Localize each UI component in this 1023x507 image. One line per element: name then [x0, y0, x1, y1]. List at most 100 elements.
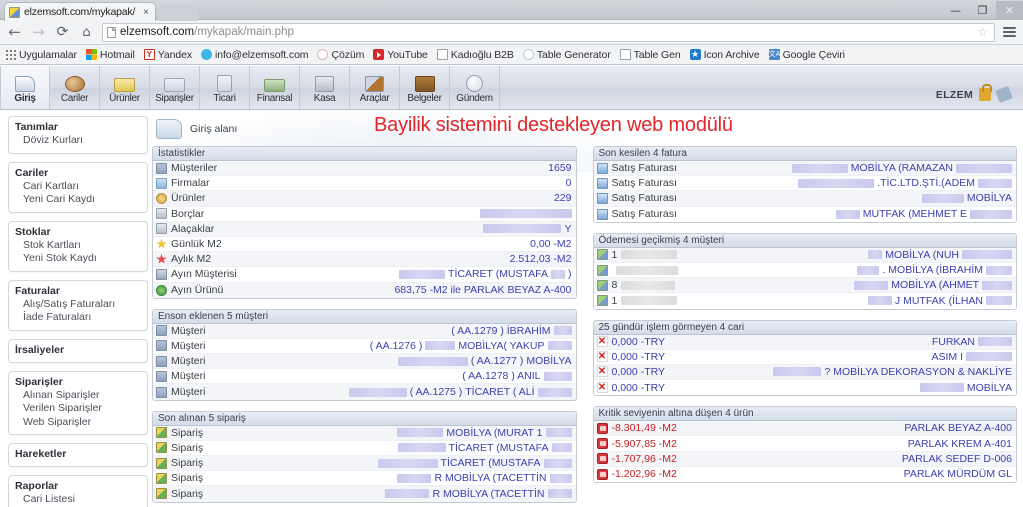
reload-icon[interactable]: ⟳ — [52, 22, 73, 43]
back-icon[interactable]: ← — [4, 22, 25, 43]
order-icon — [156, 457, 167, 469]
table-row[interactable]: Günlük M2 0,00 -M2 — [153, 236, 576, 253]
table-row[interactable]: -1.707,96 -M2 PARLAK SEDEF D-006 — [593, 451, 1016, 467]
table-row[interactable]: ✕ 0,000 -TRY ? MOBİLYA DEKORASYON & NAKLİY… — [593, 364, 1016, 381]
table-row[interactable]: Firmalar 0 — [153, 176, 576, 192]
page-info-icon[interactable] — [107, 26, 116, 38]
toolbar-item-belgeler[interactable]: Belgeler — [400, 66, 450, 109]
table-row[interactable]: Sipariş TİCARET (MUSTAFA — [153, 456, 576, 472]
sidebar-group-title[interactable]: Siparişler — [15, 376, 141, 388]
row-value: .TİC.LTD.ŞTİ.(ADEM — [798, 177, 1012, 189]
sidebar-item-d-viz-kurlar-[interactable]: Döviz Kurları — [15, 134, 141, 148]
table-row[interactable]: ✕ 0,000 -TRY MOBİLYA — [593, 380, 1016, 396]
logout-icon[interactable] — [995, 85, 1013, 104]
people-icon — [156, 162, 167, 174]
bookmark-item[interactable]: Y Yandex — [143, 49, 192, 61]
table-row[interactable]: Borçlar — [153, 206, 576, 222]
bookmark-item[interactable]: Kadıoğlu B2B — [436, 49, 514, 61]
sidebar-group-title[interactable]: Hareketler — [15, 448, 141, 460]
bookmark-star-icon[interactable]: ☆ — [977, 25, 990, 39]
table-row[interactable]: Satış Faturası .TİC.LTD.ŞTİ.(ADEM — [593, 176, 1016, 192]
table-row[interactable]: ✕ 0,000 -TRY ASIM I — [593, 349, 1016, 365]
table-row[interactable]: Sipariş R MOBİLYA (TACETTİN — [153, 486, 576, 502]
table-row[interactable]: Ürünler 229 — [153, 191, 576, 207]
toolbar-item--r-nler[interactable]: Ürünler — [100, 66, 150, 109]
table-row[interactable]: Ayın Ürünü 683,75 -M2 ile PARLAK BEYAZ A-… — [153, 282, 576, 298]
table-row[interactable]: . MOBİLYA (İBRAHİM — [593, 262, 1016, 279]
close-tab-icon[interactable]: × — [141, 7, 151, 18]
sidebar-group: Stoklar Stok Kartları Yeni Stok Kaydı — [8, 220, 148, 272]
table-row[interactable]: ✕ 0,000 -TRY FURKAN — [593, 334, 1016, 350]
toolbar-item-cariler[interactable]: Cariler — [50, 66, 100, 109]
sidebar-item-cari-listesi[interactable]: Cari Listesi — [15, 493, 141, 507]
table-row[interactable]: Sipariş TİCARET (MUSTAFA — [153, 440, 576, 456]
table-row[interactable]: Müşteri ( AA.1279 ) İBRAHİM — [153, 323, 576, 339]
toolbar-item-sipari-ler[interactable]: Siparişler — [150, 66, 200, 109]
bookmark-item[interactable]: YouTube — [373, 49, 428, 61]
bookmark-item[interactable]: Hotmail — [85, 49, 135, 61]
table-row[interactable]: -8.301,49 -M2 PARLAK BEYAZ A-400 — [593, 421, 1016, 437]
sidebar-group-title[interactable]: Raporlar — [15, 480, 141, 492]
order-icon — [156, 442, 167, 454]
forward-icon[interactable]: → — [28, 22, 49, 43]
table-row[interactable]: Müşteriler 1659 — [153, 161, 576, 177]
home-icon[interactable]: ⌂ — [76, 22, 97, 43]
sidebar-item-yeni-cari-kayd-[interactable]: Yeni Cari Kaydı — [15, 193, 141, 207]
sidebar-item-web-sipari-ler[interactable]: Web Siparişler — [15, 416, 141, 430]
table-row[interactable]: 1 MOBİLYA (NUH — [593, 247, 1016, 263]
sidebar-group-title[interactable]: Tanımlar — [15, 121, 141, 133]
toolbar-item-finansal[interactable]: Finansal — [250, 66, 300, 109]
table-row[interactable]: -5.907,85 -M2 PARLAK KREM A-401 — [593, 436, 1016, 452]
lock-icon[interactable] — [979, 84, 992, 101]
sidebar-item-al-nan-sipari-ler[interactable]: Alınan Siparişler — [15, 389, 141, 403]
bookmark-item[interactable]: info@elzemsoft.com — [200, 49, 309, 61]
sidebar-item-al-sat-faturalar-[interactable]: Alış/Satış Faturaları — [15, 298, 141, 312]
table-row[interactable]: Ayın Müşterisi TİCARET (MUSTAFA) — [153, 267, 576, 283]
payment-icon — [596, 295, 608, 307]
sidebar-group: Hareketler — [8, 443, 148, 467]
table-row[interactable]: Müşteri ( AA.1277 ) MOBİLYA — [153, 354, 576, 370]
toolbar-item-ticari[interactable]: Ticari — [200, 66, 250, 109]
toolbar-item-g-ndem[interactable]: Gündem — [450, 66, 500, 109]
close-window-button[interactable]: ✕ — [996, 0, 1023, 20]
table-row[interactable]: Alaçaklar Y — [153, 221, 576, 237]
table-row[interactable]: Müşteri ( AA.1275 ) TİCARET ( ALİ — [153, 384, 576, 400]
new-tab-button[interactable] — [158, 4, 198, 21]
sidebar-item-cari-kartlar-[interactable]: Cari Kartları — [15, 180, 141, 194]
sidebar-item-stok-kartlar-[interactable]: Stok Kartları — [15, 239, 141, 253]
table-row[interactable]: Sipariş R MOBİLYA (TACETTİN — [153, 471, 576, 487]
bookmark-item[interactable]: ★ Icon Archive — [689, 49, 760, 61]
table-row[interactable]: 1 J MUTFAK (İLHAN — [593, 293, 1016, 309]
sidebar-group-title[interactable]: Faturalar — [15, 285, 141, 297]
sidebar-item-verilen-sipari-ler[interactable]: Verilen Siparişler — [15, 402, 141, 416]
sidebar-item-yeni-stok-kayd-[interactable]: Yeni Stok Kaydı — [15, 252, 141, 266]
product-icon — [156, 192, 167, 204]
maximize-button[interactable]: ❐ — [969, 1, 996, 20]
bookmark-item[interactable]: Çözüm — [317, 49, 364, 61]
table-row[interactable]: Aylık M2 2.512,03 -M2 — [153, 252, 576, 268]
table-row[interactable]: Müşteri ( AA.1276 ) MOBİLYA( YAKUP — [153, 338, 576, 355]
browser-menu-icon[interactable] — [1000, 23, 1019, 42]
toolbar-item-giri-[interactable]: Giriş — [0, 66, 50, 109]
bookmark-item[interactable]: 文A Google Çeviri — [768, 49, 845, 61]
minimize-button[interactable]: — — [942, 1, 969, 20]
table-row[interactable]: Satış Faturası MOBİLYA — [593, 191, 1016, 207]
table-row[interactable]: Müşteri ( AA.1278 ) ANIL — [153, 369, 576, 385]
table-row[interactable]: Satış Faturası MUTFAK (MEHMET E — [593, 206, 1016, 222]
table-row[interactable]: 8 MOBİLYA (AHMET — [593, 278, 1016, 294]
table-row[interactable]: Satış Faturası MOBİLYA (RAMAZAN — [593, 161, 1016, 177]
bookmark-item[interactable]: Table Gen — [619, 49, 681, 61]
toolbar-item-ara-lar[interactable]: Araçlar — [350, 66, 400, 109]
address-bar[interactable]: elzemsoft.com/mykapak/main.php ☆ — [102, 22, 995, 42]
table-row[interactable]: Sipariş MOBİLYA (MURAT 1 — [153, 425, 576, 441]
table-row[interactable]: -1.202,96 -M2 PARLAK MÜRDÜM GL — [593, 466, 1016, 482]
sidebar-item-i-ade-faturalar-[interactable]: İade Faturaları — [15, 311, 141, 325]
sidebar-group-title[interactable]: Cariler — [15, 167, 141, 179]
sidebar-group-title[interactable]: İrsaliyeler — [15, 344, 141, 356]
sidebar-group-title[interactable]: Stoklar — [15, 226, 141, 238]
redacted-text — [919, 383, 964, 393]
browser-tab[interactable]: elzemsoft.com/mykapak/ × — [4, 2, 156, 21]
bookmark-item[interactable]: Uygulamalar — [5, 49, 77, 61]
toolbar-item-kasa[interactable]: Kasa — [300, 66, 350, 109]
bookmark-item[interactable]: Table Generator — [522, 49, 611, 61]
